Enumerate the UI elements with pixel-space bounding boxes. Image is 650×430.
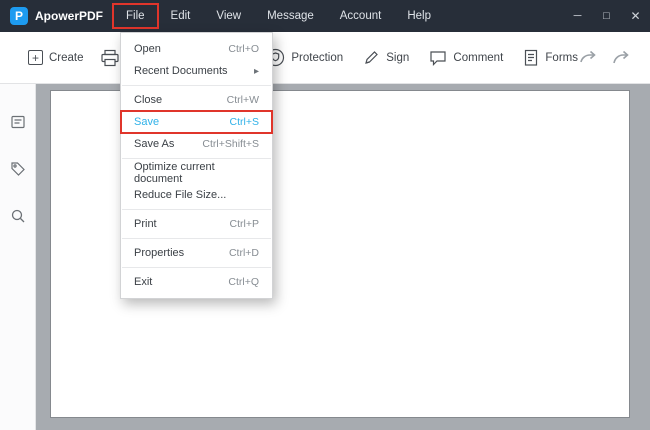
menu-item-exit[interactable]: Exit Ctrl+Q <box>121 271 272 293</box>
sign-label: Sign <box>386 52 409 64</box>
speech-bubble-icon <box>429 49 447 66</box>
menu-item-shortcut: Ctrl+W <box>227 94 259 106</box>
forms-button[interactable]: Forms <box>523 49 578 67</box>
pen-icon <box>363 49 380 66</box>
form-document-icon <box>523 49 539 67</box>
menu-item-properties[interactable]: Properties Ctrl+D <box>121 242 272 264</box>
file-menu-dropdown: Open Ctrl+O Recent Documents ▸ Close Ctr… <box>120 32 273 299</box>
menu-file[interactable]: File <box>113 4 158 28</box>
menu-separator <box>122 158 271 159</box>
menu-item-shortcut: Ctrl+D <box>229 247 259 259</box>
menu-item-shortcut: Ctrl+Q <box>228 276 259 288</box>
menu-view[interactable]: View <box>203 4 254 28</box>
menu-separator <box>122 209 271 210</box>
menu-item-shortcut: Ctrl+Shift+S <box>202 138 259 150</box>
menu-item-print[interactable]: Print Ctrl+P <box>121 213 272 235</box>
create-button[interactable]: + Create <box>28 50 84 65</box>
app-logo: P ApowerPDF <box>0 7 103 25</box>
menu-item-open[interactable]: Open Ctrl+O <box>121 38 272 60</box>
apowerpdf-logo-icon: P <box>10 7 28 25</box>
menu-item-save[interactable]: Save Ctrl+S <box>121 111 272 133</box>
menu-item-shortcut: Ctrl+P <box>230 218 259 230</box>
menu-item-label: Optimize current document <box>134 161 259 185</box>
protection-label: Protection <box>291 52 343 64</box>
window-controls: ─ □ ✕ <box>563 0 650 32</box>
maximize-button[interactable]: □ <box>592 0 621 32</box>
search-icon[interactable] <box>10 208 26 229</box>
menu-message[interactable]: Message <box>254 4 327 28</box>
menu-item-label: Properties <box>134 247 184 259</box>
titlebar: P ApowerPDF File Edit View Message Accou… <box>0 0 650 32</box>
content-area <box>0 84 650 430</box>
protection-button[interactable]: Protection <box>266 48 343 67</box>
menu-item-reduce-file-size[interactable]: Reduce File Size... <box>121 184 272 206</box>
tag-icon[interactable] <box>10 161 26 182</box>
sign-button[interactable]: Sign <box>363 49 409 66</box>
undo-arrow-icon[interactable] <box>578 50 599 66</box>
toolbar: + Create Protection <box>0 32 650 84</box>
print-icon[interactable] <box>100 49 120 67</box>
menu-separator <box>122 238 271 239</box>
minimize-button[interactable]: ─ <box>563 0 592 32</box>
redo-arrow-icon[interactable] <box>611 50 632 66</box>
left-sidebar <box>0 84 36 430</box>
menu-item-close[interactable]: Close Ctrl+W <box>121 89 272 111</box>
menu-account[interactable]: Account <box>327 4 395 28</box>
app-name: ApowerPDF <box>35 9 103 23</box>
menu-item-shortcut: Ctrl+S <box>230 116 259 128</box>
menubar: File Edit View Message Account Help <box>113 0 444 32</box>
menu-item-label: Open <box>134 43 161 55</box>
menu-item-label: Reduce File Size... <box>134 189 226 201</box>
menu-item-label: Recent Documents <box>134 65 228 77</box>
menu-help[interactable]: Help <box>394 4 444 28</box>
menu-item-recent-documents[interactable]: Recent Documents ▸ <box>121 60 272 82</box>
comment-label: Comment <box>453 52 503 64</box>
apowerpdf-window: P ApowerPDF File Edit View Message Accou… <box>0 0 650 430</box>
menu-item-shortcut: Ctrl+O <box>228 43 259 55</box>
menu-separator <box>122 267 271 268</box>
comment-panel-icon[interactable] <box>10 114 26 135</box>
forms-label: Forms <box>545 52 578 64</box>
create-plus-icon: + <box>28 50 43 65</box>
menu-separator <box>122 85 271 86</box>
menu-item-label: Exit <box>134 276 152 288</box>
comment-button[interactable]: Comment <box>429 49 503 66</box>
menu-item-label: Print <box>134 218 157 230</box>
create-label: Create <box>49 52 84 64</box>
chevron-right-icon: ▸ <box>254 66 259 77</box>
menu-item-label: Close <box>134 94 162 106</box>
close-button[interactable]: ✕ <box>621 0 650 32</box>
menu-edit[interactable]: Edit <box>158 4 204 28</box>
menu-item-optimize-current-document[interactable]: Optimize current document <box>121 162 272 184</box>
menu-item-save-as[interactable]: Save As Ctrl+Shift+S <box>121 133 272 155</box>
menu-item-label: Save As <box>134 138 174 150</box>
menu-item-label: Save <box>134 116 159 128</box>
history-arrows <box>578 50 632 66</box>
